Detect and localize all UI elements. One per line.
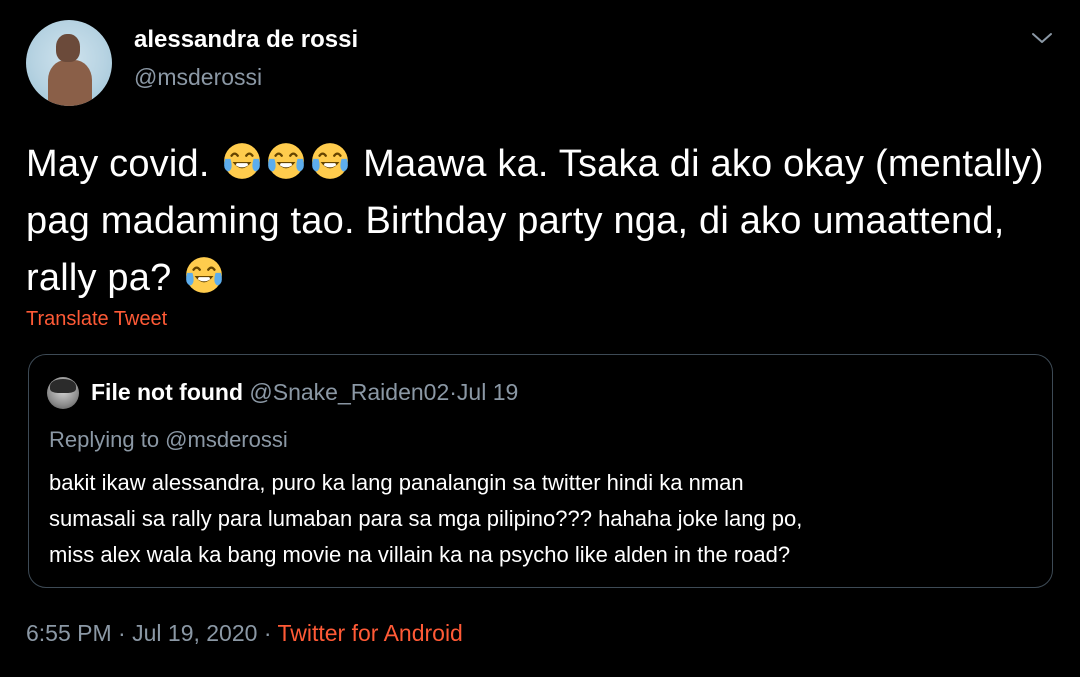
tweet-card: alessandra de rossi @msderossi May covid… xyxy=(0,0,1080,677)
translate-tweet-link[interactable]: Translate Tweet xyxy=(26,308,167,331)
quoted-text: bakit ikaw alessandra, puro ka lang pana… xyxy=(49,465,1039,573)
face-with-tears-of-joy-icon xyxy=(186,257,223,293)
avatar[interactable] xyxy=(26,20,112,106)
face-with-tears-of-joy-icon xyxy=(268,143,305,179)
tweet-footer: 6:55 PM · Jul 19, 2020 · Twitter for And… xyxy=(26,620,463,647)
quoted-separator: · xyxy=(449,379,457,405)
timestamp-time[interactable]: 6:55 PM xyxy=(26,620,112,646)
tweet-text: May covid. Maawa ka. Tsaka di ako okay (… xyxy=(26,136,1056,307)
author-display-name[interactable]: alessandra de rossi xyxy=(134,26,358,54)
footer-separator: · xyxy=(263,620,272,646)
author-handle[interactable]: @msderossi xyxy=(134,64,262,91)
timestamp-date[interactable]: Jul 19, 2020 xyxy=(132,620,257,646)
quoted-avatar-hair xyxy=(50,379,76,393)
chevron-down-icon[interactable] xyxy=(1030,28,1054,48)
quoted-handle[interactable]: @Snake_Raiden02 xyxy=(249,379,449,405)
avatar-body xyxy=(48,60,92,106)
tweet-text-part1: May covid. xyxy=(26,143,221,185)
avatar-head xyxy=(56,34,80,62)
quoted-text-line: miss alex wala ka bang movie na villain … xyxy=(49,542,791,567)
quoted-date[interactable]: Jul 19 xyxy=(457,379,518,405)
quoted-tweet[interactable]: File not found @Snake_Raiden02·Jul 19 Re… xyxy=(28,354,1053,588)
quoted-text-line: sumasali sa rally para lumaban para sa m… xyxy=(49,506,803,531)
tweet-source-link[interactable]: Twitter for Android xyxy=(277,620,462,646)
quoted-text-line: bakit ikaw alessandra, puro ka lang pana… xyxy=(49,470,744,495)
face-with-tears-of-joy-icon xyxy=(224,143,261,179)
quoted-display-name[interactable]: File not found xyxy=(91,379,243,405)
quoted-replying-to: Replying to @msderossi xyxy=(49,427,288,452)
face-with-tears-of-joy-icon xyxy=(312,143,349,179)
footer-separator: · xyxy=(118,620,126,646)
quoted-header: File not found @Snake_Raiden02·Jul 19 xyxy=(91,379,518,406)
quoted-avatar[interactable] xyxy=(47,377,79,409)
